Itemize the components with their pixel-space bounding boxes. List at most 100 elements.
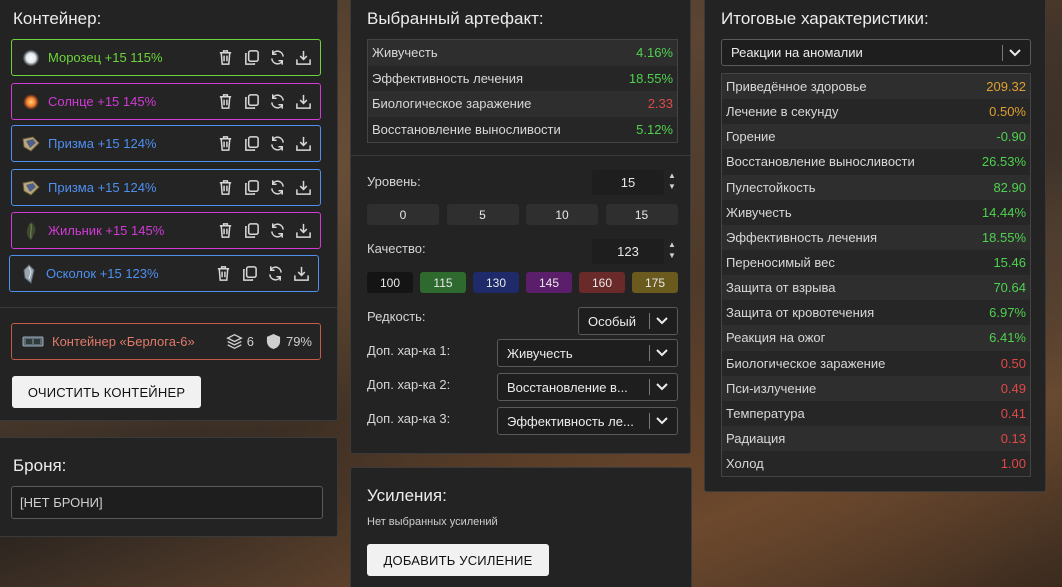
rarity-value: Особый bbox=[588, 313, 637, 329]
artifact-name: Жильник +15 145% bbox=[48, 223, 165, 238]
selected-artifact-panel: Выбранный артефакт: Живучесть 4.16% Эффект… bbox=[350, 0, 691, 454]
artifact-actions bbox=[216, 135, 312, 153]
select-separator bbox=[1002, 44, 1003, 61]
clear-container-button[interactable]: ОЧИСТИТЬ КОНТЕЙНЕР bbox=[12, 376, 201, 408]
shield-icon bbox=[266, 333, 281, 350]
trash-icon[interactable] bbox=[216, 135, 234, 153]
artifact-row[interactable]: Жильник +15 145% bbox=[11, 212, 321, 249]
rarity-select[interactable]: Особый bbox=[578, 307, 678, 335]
boosts-panel: Усиления: Нет выбранных усилений ДОБАВИТ… bbox=[350, 467, 692, 587]
quality-preset-button[interactable]: 145 bbox=[526, 272, 572, 293]
trash-icon[interactable] bbox=[216, 179, 234, 197]
container-name: Контейнер «Берлога-6» bbox=[52, 334, 195, 349]
artifact-row[interactable]: Призма +15 124% bbox=[11, 169, 321, 206]
totals-row: Защита от взрыва 70.64 bbox=[722, 275, 1030, 301]
stat-row: Восстановление выносливости 5.12% bbox=[368, 116, 677, 142]
totals-table: Приведённое здоровье 209.32 Лечение в секу… bbox=[721, 73, 1031, 478]
quality-preset-button[interactable]: 130 bbox=[473, 272, 519, 293]
totals-row: Реакция на ожог 6.41% bbox=[722, 325, 1030, 351]
artifact-row[interactable]: Морозец +15 115% bbox=[11, 39, 321, 76]
refresh-icon[interactable] bbox=[268, 135, 286, 153]
artifact-name: Призма +15 124% bbox=[48, 180, 157, 195]
quality-stepper[interactable]: ▲ ▼ bbox=[667, 239, 677, 261]
totals-label: Пси-излучение bbox=[726, 380, 817, 396]
totals-row: Защита от кровотечения 6.97% bbox=[722, 300, 1030, 326]
artifact-row[interactable]: Осколок +15 123% bbox=[9, 255, 319, 292]
totals-label: Лечение в секунду bbox=[726, 104, 839, 120]
extra-stat-select[interactable]: Живучесть bbox=[497, 339, 678, 367]
artifact-row[interactable]: Солнце +15 145% bbox=[11, 83, 321, 120]
download-icon[interactable] bbox=[294, 222, 312, 240]
totals-panel: Итоговые характеристики: Реакции на аном… bbox=[704, 0, 1046, 492]
totals-row: Биологическое заражение 0.50 bbox=[722, 350, 1030, 376]
container-item[interactable]: Контейнер «Берлога-6» 6 79% bbox=[11, 323, 321, 360]
download-icon[interactable] bbox=[294, 179, 312, 197]
quality-preset-button[interactable]: 160 bbox=[579, 272, 625, 293]
level-preset-button[interactable]: 15 bbox=[605, 204, 678, 225]
totals-label: Радиация bbox=[726, 431, 786, 447]
totals-title: Итоговые характеристики: bbox=[721, 9, 929, 28]
totals-row: Восстановление выносливости 26.53% bbox=[722, 149, 1030, 175]
stat-value: 18.55% bbox=[628, 70, 673, 86]
level-input[interactable]: 15 bbox=[592, 170, 664, 195]
extra-stat-value: Живучесть bbox=[507, 345, 573, 361]
refresh-icon[interactable] bbox=[268, 179, 286, 197]
artifact-name: Осколок +15 123% bbox=[46, 266, 159, 281]
totals-row: Холод 1.00 bbox=[722, 451, 1030, 477]
totals-row: Пси-излучение 0.49 bbox=[722, 375, 1030, 401]
copy-icon[interactable] bbox=[242, 93, 260, 111]
extra-stat-label: Доп. хар-ка 1: bbox=[367, 343, 451, 358]
download-icon[interactable] bbox=[294, 135, 312, 153]
totals-value: 82.90 bbox=[993, 179, 1026, 195]
artifact-row[interactable]: Призма +15 124% bbox=[11, 125, 321, 162]
totals-value: 26.53% bbox=[981, 154, 1026, 170]
selected-title: Выбранный артефакт: bbox=[367, 9, 544, 28]
level-preset-button[interactable]: 10 bbox=[526, 204, 598, 225]
armor-field[interactable]: [НЕТ БРОНИ] bbox=[11, 486, 323, 519]
totals-label: Температура bbox=[726, 405, 805, 421]
trash-icon[interactable] bbox=[216, 49, 234, 67]
totals-filter-select[interactable]: Реакции на аномалии bbox=[721, 39, 1031, 66]
copy-icon[interactable] bbox=[242, 179, 260, 197]
quality-preset-button[interactable]: 175 bbox=[632, 272, 678, 293]
extra-stat-select[interactable]: Эффективность ле... bbox=[497, 407, 678, 435]
container-title: Контейнер: bbox=[13, 9, 102, 28]
add-boost-button[interactable]: ДОБАВИТЬ УСИЛЕНИЕ bbox=[367, 544, 549, 576]
download-icon[interactable] bbox=[294, 93, 312, 111]
totals-value: 209.32 bbox=[986, 79, 1026, 95]
trash-icon[interactable] bbox=[216, 222, 234, 240]
artifact-name: Призма +15 124% bbox=[48, 136, 157, 151]
level-preset-button[interactable]: 5 bbox=[446, 204, 519, 225]
chevron-down-icon bbox=[656, 317, 670, 325]
copy-icon[interactable] bbox=[242, 222, 260, 240]
refresh-icon[interactable] bbox=[268, 222, 286, 240]
shard-icon bbox=[18, 263, 40, 285]
download-icon[interactable] bbox=[294, 49, 312, 67]
copy-icon[interactable] bbox=[242, 49, 260, 67]
refresh-icon[interactable] bbox=[268, 93, 286, 111]
totals-row: Живучесть 14.44% bbox=[722, 199, 1030, 225]
download-icon[interactable] bbox=[292, 265, 310, 283]
totals-value: 15.46 bbox=[993, 255, 1026, 271]
stat-row: Биологическое заражение 2.33 bbox=[368, 91, 677, 117]
trash-icon[interactable] bbox=[216, 93, 234, 111]
trash-icon[interactable] bbox=[214, 265, 232, 283]
totals-value: 14.44% bbox=[981, 204, 1026, 220]
totals-label: Переносимый вес bbox=[726, 255, 835, 271]
copy-icon[interactable] bbox=[242, 135, 260, 153]
extra-stat-select[interactable]: Восстановление в... bbox=[497, 373, 678, 401]
quality-preset-button[interactable]: 100 bbox=[367, 272, 413, 293]
level-preset-button[interactable]: 0 bbox=[367, 204, 439, 225]
slots-icon bbox=[225, 333, 243, 350]
copy-icon[interactable] bbox=[240, 265, 258, 283]
quality-input[interactable]: 123 bbox=[592, 239, 664, 264]
totals-label: Пулестойкость bbox=[726, 179, 816, 195]
totals-filter-value: Реакции на аномалии bbox=[731, 45, 863, 60]
quality-preset-button[interactable]: 115 bbox=[420, 272, 466, 293]
container-protection: 79% bbox=[285, 334, 312, 349]
totals-value: 0.50 bbox=[1000, 355, 1026, 371]
level-stepper[interactable]: ▲ ▼ bbox=[667, 170, 677, 192]
extra-stat-value: Восстановление в... bbox=[507, 379, 628, 395]
refresh-icon[interactable] bbox=[268, 49, 286, 67]
refresh-icon[interactable] bbox=[266, 265, 284, 283]
